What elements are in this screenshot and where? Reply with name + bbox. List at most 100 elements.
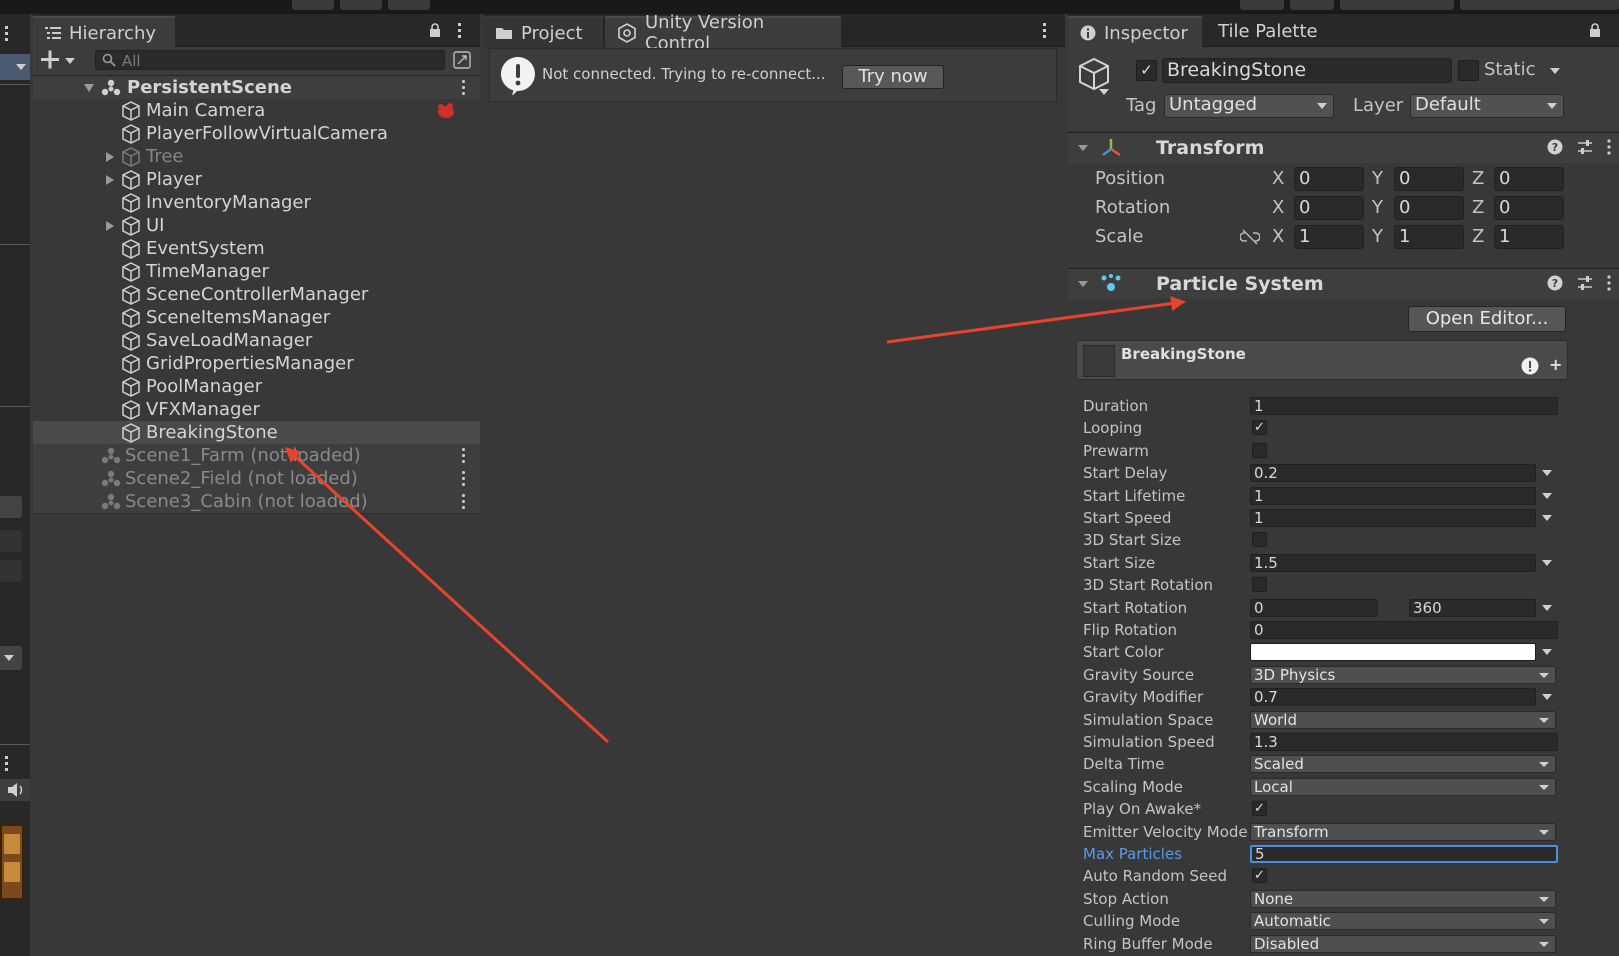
looping-checkbox[interactable]: ✓: [1252, 420, 1267, 436]
hierarchy-search-input[interactable]: All: [95, 50, 445, 70]
hierarchy-item[interactable]: EventSystem: [33, 237, 480, 260]
gizmo-toggle[interactable]: [0, 496, 22, 518]
pause-button[interactable]: [340, 0, 382, 10]
kebab-icon[interactable]: [1607, 275, 1611, 291]
layout-dropdown[interactable]: [1460, 0, 1619, 10]
simulation-space-dropdown[interactable]: World: [1250, 710, 1556, 729]
start-rotation-min-field[interactable]: 0: [1250, 598, 1378, 617]
tab-tile-palette[interactable]: Tile Palette: [1206, 16, 1330, 46]
gravity-modifier-field[interactable]: 0.7: [1250, 688, 1536, 707]
hierarchy-item[interactable]: SceneItemsManager: [33, 306, 480, 329]
hierarchy-item[interactable]: BreakingStone: [33, 421, 480, 444]
add-module-icon[interactable]: +: [1549, 355, 1562, 374]
presets-icon[interactable]: [1577, 139, 1593, 155]
static-checkbox[interactable]: [1458, 60, 1479, 81]
unloaded-scene-row[interactable]: Scene2_Field (not loaded): [33, 467, 480, 491]
scene-visibility-icon[interactable]: [453, 51, 471, 69]
hierarchy-item[interactable]: PlayerFollowVirtualCamera: [33, 122, 480, 145]
start-rotation-max-field[interactable]: 360: [1409, 598, 1536, 617]
ring-buffer-mode-dropdown[interactable]: Disabled: [1250, 934, 1556, 953]
constrain-proportions-icon[interactable]: [1240, 229, 1260, 245]
start-delay-field[interactable]: 0.2: [1250, 464, 1536, 483]
hierarchy-item[interactable]: UI: [33, 214, 480, 237]
kebab-icon[interactable]: [5, 26, 8, 41]
play-on-awake-checkbox[interactable]: ✓: [1252, 801, 1267, 817]
transform-z-field[interactable]: 1: [1494, 225, 1564, 249]
hierarchy-item[interactable]: Player: [33, 168, 480, 191]
kebab-icon[interactable]: [462, 494, 466, 512]
presets-icon[interactable]: [1577, 275, 1593, 291]
transform-x-field[interactable]: 1: [1294, 225, 1364, 249]
foldout-icon[interactable]: [1078, 145, 1088, 151]
layers-dropdown[interactable]: [1340, 0, 1454, 10]
warning-icon[interactable]: [1521, 357, 1539, 375]
unloaded-scene-row[interactable]: Scene1_Farm (not loaded): [33, 444, 480, 468]
hierarchy-item[interactable]: PoolManager: [33, 375, 480, 398]
kebab-icon[interactable]: [1043, 23, 1046, 38]
curve-mode-icon[interactable]: [1542, 694, 1552, 701]
gizmo-toggle[interactable]: [0, 560, 22, 582]
tab-inspector[interactable]: Inspector: [1068, 16, 1202, 48]
camera-dropdown[interactable]: [0, 646, 22, 670]
kebab-icon[interactable]: [1607, 139, 1611, 155]
help-icon[interactable]: ?: [1547, 275, 1563, 291]
curve-mode-icon[interactable]: [1542, 604, 1552, 611]
start-lifetime-field[interactable]: 1: [1250, 486, 1536, 505]
hierarchy-item[interactable]: VFXManager: [33, 398, 480, 421]
emitter-velocity-mode-dropdown[interactable]: Transform: [1250, 822, 1556, 841]
gizmo-toggle[interactable]: [0, 530, 22, 552]
tag-dropdown[interactable]: Untagged: [1164, 94, 1334, 118]
mute-audio-icon[interactable]: [0, 779, 30, 801]
layer-dropdown[interactable]: Default: [1410, 94, 1564, 118]
static-dropdown-icon[interactable]: [1550, 68, 1560, 74]
transform-z-field[interactable]: 0: [1494, 167, 1564, 191]
start-size-field[interactable]: 1.5: [1250, 553, 1536, 572]
flip-rotation-field[interactable]: 0: [1250, 621, 1558, 639]
foldout-icon[interactable]: [83, 83, 95, 93]
add-object-button[interactable]: [41, 50, 77, 70]
lock-icon[interactable]: [429, 23, 441, 37]
expand-icon[interactable]: [105, 151, 115, 163]
help-icon[interactable]: ?: [1547, 139, 1563, 155]
start-size-3d-checkbox[interactable]: [1252, 532, 1267, 548]
step-button[interactable]: [388, 0, 430, 10]
simulation-speed-field[interactable]: 1.3: [1250, 733, 1558, 751]
hierarchy-item[interactable]: SaveLoadManager: [33, 329, 480, 352]
kebab-icon[interactable]: [462, 448, 466, 466]
curve-mode-icon[interactable]: [1542, 515, 1552, 521]
culling-mode-dropdown[interactable]: Automatic: [1250, 912, 1556, 931]
play-button[interactable]: [292, 0, 334, 10]
duration-field[interactable]: 1: [1250, 397, 1558, 415]
tab-unity-version-control[interactable]: Unity Version Control: [605, 12, 841, 54]
prewarm-checkbox[interactable]: [1252, 442, 1267, 458]
scene-tool-dropdown[interactable]: [0, 54, 30, 80]
kebab-icon[interactable]: [5, 756, 8, 771]
kebab-icon[interactable]: [462, 80, 466, 98]
try-now-button[interactable]: Try now: [842, 65, 944, 89]
expand-icon[interactable]: [105, 174, 115, 186]
transform-y-field[interactable]: 0: [1394, 196, 1464, 220]
tab-hierarchy[interactable]: Hierarchy: [33, 16, 175, 48]
foldout-icon[interactable]: [1078, 281, 1088, 287]
hierarchy-item[interactable]: TimeManager: [33, 260, 480, 283]
account-button[interactable]: [1240, 0, 1284, 10]
lock-icon[interactable]: [1589, 23, 1601, 37]
active-checkbox[interactable]: ✓: [1136, 60, 1157, 81]
module-header[interactable]: BreakingStone +: [1076, 340, 1568, 380]
hierarchy-item[interactable]: Main Camera: [33, 99, 480, 122]
gravity-source-dropdown[interactable]: 3D Physics: [1250, 665, 1556, 684]
kebab-icon[interactable]: [458, 23, 461, 38]
hierarchy-item[interactable]: SceneControllerManager: [33, 283, 480, 306]
stop-action-dropdown[interactable]: None: [1250, 889, 1556, 908]
curve-mode-icon[interactable]: [1542, 492, 1552, 499]
delta-time-dropdown[interactable]: Scaled: [1250, 755, 1556, 774]
object-name-field[interactable]: BreakingStone: [1162, 58, 1452, 83]
transform-x-field[interactable]: 0: [1294, 167, 1364, 191]
unloaded-scene-row[interactable]: Scene3_Cabin (not loaded): [33, 490, 480, 514]
color-mode-icon[interactable]: [1542, 649, 1552, 656]
scene-row[interactable]: PersistentScene: [33, 76, 480, 99]
start-color-swatch[interactable]: [1250, 643, 1536, 662]
hierarchy-item[interactable]: InventoryManager: [33, 191, 480, 214]
kebab-icon[interactable]: [462, 471, 466, 489]
auto-random-seed-checkbox[interactable]: ✓: [1252, 868, 1267, 884]
